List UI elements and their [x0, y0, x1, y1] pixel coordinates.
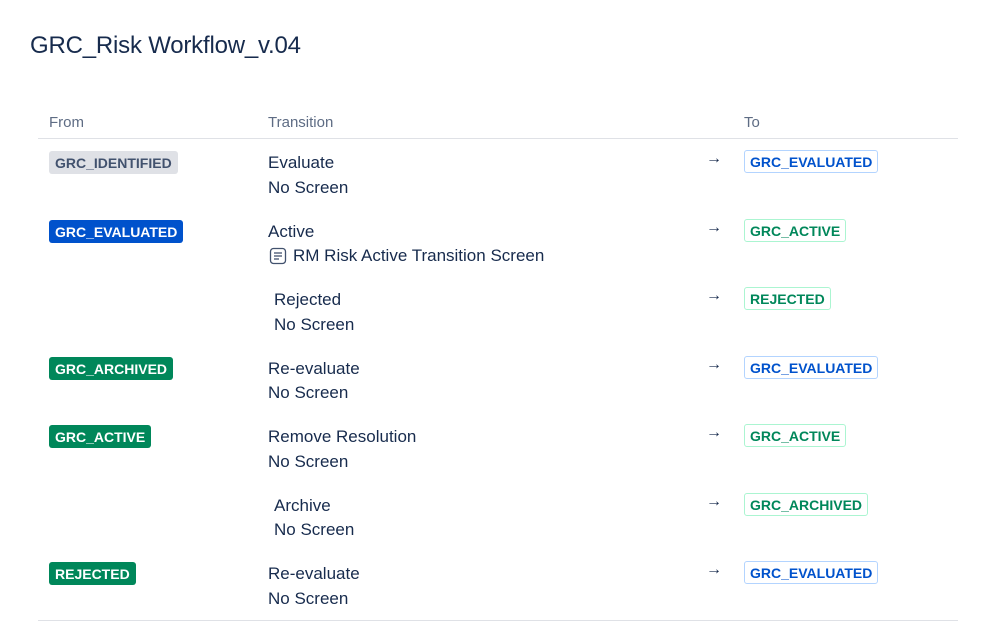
transition-cell: Remove Resolution No Screen: [268, 425, 416, 474]
from-cell: GRC_ARCHIVED: [49, 356, 174, 380]
table-row: REJECTED Re-evaluate No Screen → GRC_EVALUAT…: [38, 550, 958, 619]
screen-name: No Screen: [268, 177, 349, 197]
workflow-transitions-table: From Transition To GRC_IDENTIFIED Evaluat…: [38, 108, 958, 619]
to-cell: REJECTED: [744, 287, 831, 310]
transition-name: Rejected: [274, 290, 342, 309]
transition-screen: No Screen: [274, 313, 354, 338]
from-cell: GRC_IDENTIFIED: [49, 151, 178, 174]
right-arrow-icon: →: [706, 150, 722, 167]
header-from: From: [49, 114, 84, 131]
from-status-lozenge: GRC_ARCHIVED: [49, 356, 174, 380]
to-status-lozenge: GRC_ACTIVE: [744, 424, 847, 447]
to-cell: GRC_EVALUATED: [744, 355, 879, 379]
transition-name: Evaluate: [268, 153, 335, 172]
from-status-lozenge: GRC_ACTIVE: [49, 425, 152, 448]
transition-cell: Rejected No Screen: [274, 288, 354, 337]
header-transition: Transition: [268, 114, 334, 131]
to-status-lozenge: GRC_EVALUATED: [744, 150, 879, 173]
transition-screen: No Screen: [274, 518, 354, 543]
table-bottom-divider: [38, 620, 958, 621]
table-row: GRC_ACTIVE Remove Resolution No Screen → GRC…: [38, 413, 958, 482]
screen-name: No Screen: [274, 520, 355, 539]
from-status-lozenge: REJECTED: [49, 562, 136, 585]
transition-name: Active: [268, 221, 315, 241]
transition-cell: Re-evaluate No Screen: [268, 562, 360, 611]
table-row: GRC_IDENTIFIED Evaluate No Screen → GRC_EVAL…: [38, 139, 958, 208]
transition-screen: No Screen: [268, 450, 416, 475]
table-row: GRC_ARCHIVED Re-evaluate No Screen → GRC_EVA…: [38, 345, 958, 414]
transition-cell: Re-evaluate No Screen: [268, 357, 360, 406]
table-row: Rejected No Screen → REJECTED: [38, 276, 958, 345]
transition-name: Archive: [274, 495, 331, 515]
header-to: To: [744, 114, 760, 131]
table-row: Archive No Screen → GRC_ARCHIVED: [38, 482, 958, 551]
right-arrow-icon: →: [706, 355, 722, 373]
from-cell: REJECTED: [49, 562, 136, 585]
to-cell: GRC_ARCHIVED: [744, 492, 869, 516]
transition-cell: Active RM Risk Active Transition Screen: [268, 220, 544, 269]
right-arrow-icon: →: [706, 218, 722, 236]
to-cell: GRC_ACTIVE: [744, 218, 847, 242]
screen-name: No Screen: [274, 314, 355, 334]
transition-name: Re-evaluate: [268, 358, 360, 378]
table-body: GRC_IDENTIFIED Evaluate No Screen → GRC_EVAL…: [38, 139, 958, 619]
transition-name: Remove Resolution: [268, 427, 417, 446]
to-status-lozenge: GRC_ARCHIVED: [744, 492, 869, 516]
screen-name: No Screen: [268, 383, 349, 402]
to-cell: GRC_EVALUATED: [744, 150, 879, 173]
transition-screen: No Screen: [268, 587, 360, 612]
table-header: From Transition To: [38, 108, 958, 139]
from-status-lozenge: GRC_IDENTIFIED: [49, 151, 178, 174]
to-status-lozenge: GRC_EVALUATED: [744, 561, 879, 584]
to-status-lozenge: REJECTED: [744, 287, 831, 310]
right-arrow-icon: →: [706, 492, 722, 510]
transition-screen: RM Risk Active Transition Screen: [268, 244, 544, 269]
table-row: GRC_EVALUATED Active RM Risk Active Transi…: [38, 208, 958, 277]
screen-name: No Screen: [268, 588, 349, 608]
transition-cell: Evaluate No Screen: [268, 151, 348, 200]
right-arrow-icon: →: [706, 287, 722, 304]
transition-cell: Archive No Screen: [274, 494, 354, 543]
transition-screen: No Screen: [268, 381, 360, 406]
to-status-lozenge: GRC_ACTIVE: [744, 218, 847, 242]
to-cell: GRC_EVALUATED: [744, 561, 879, 584]
to-status-lozenge: GRC_EVALUATED: [744, 355, 879, 379]
right-arrow-icon: →: [706, 561, 722, 578]
transition-screen: No Screen: [268, 176, 348, 201]
page-title: GRC_Risk Workflow_v.04: [30, 32, 301, 59]
screen-form-icon: [269, 247, 287, 265]
to-cell: GRC_ACTIVE: [744, 424, 847, 447]
screen-name: No Screen: [268, 451, 349, 471]
from-cell: GRC_EVALUATED: [49, 219, 184, 243]
from-cell: GRC_ACTIVE: [49, 425, 152, 448]
right-arrow-icon: →: [706, 424, 722, 441]
transition-name: Re-evaluate: [268, 564, 360, 583]
screen-name: RM Risk Active Transition Screen: [293, 246, 545, 265]
from-status-lozenge: GRC_EVALUATED: [49, 219, 184, 243]
